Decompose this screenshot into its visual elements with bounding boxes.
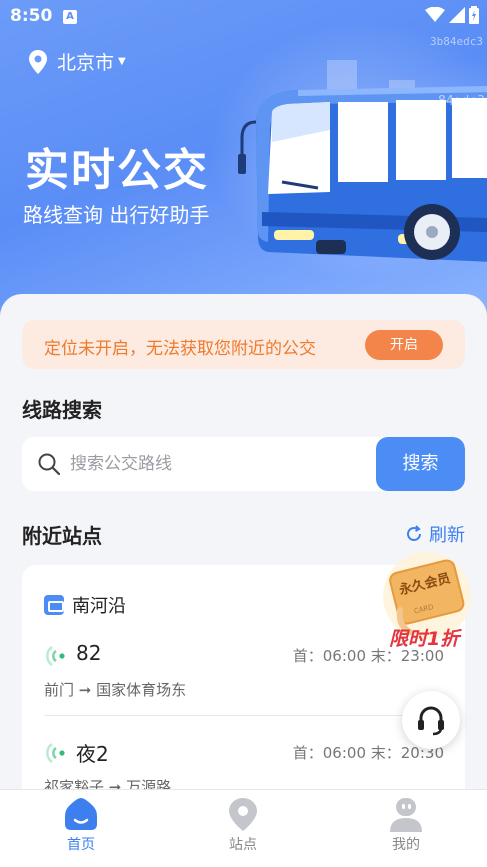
watermark-text: 3b84edc3 [430,35,483,48]
map-pin-icon [229,798,257,831]
user-icon [390,798,422,832]
search-input[interactable] [70,437,370,491]
headset-icon [418,706,444,736]
city-name: 北京市 [57,52,115,74]
signal-icon [449,7,465,23]
wifi-icon [425,7,445,22]
tab-label: 我的 [392,837,420,853]
home-icon [65,798,97,830]
refresh-icon [407,525,421,541]
enable-location-button[interactable]: 开启 [365,330,443,360]
tab-label: 首页 [67,837,95,853]
customer-service-button[interactable] [402,691,460,749]
realtime-signal-icon [46,645,65,667]
status-time: 8:50 [10,6,53,26]
search-button[interactable]: 搜索 [376,437,465,491]
vip-promo-label[interactable]: 限时1折 [389,624,459,651]
caret-down-icon: ▼ [118,56,126,67]
stop-name: 南河沿 [72,596,126,617]
refresh-button[interactable]: 刷新 [405,521,465,547]
status-bar: 8:50 A [0,0,487,34]
page-title: 实时公交 [25,145,209,196]
route-number: 夜2 [76,742,109,766]
battery-icon [469,6,479,24]
search-icon [38,453,60,475]
line-search-title: 线路搜索 [22,398,102,422]
watermark-text: 84edc3 [438,94,485,109]
stop-header: 南河沿 [44,592,126,618]
bus-illustration [238,86,487,262]
tab-profile[interactable]: 我的 [366,796,446,854]
tab-label: 站点 [229,837,257,853]
notification-icon: A [63,10,77,24]
route-search-bar: 搜索 [22,437,465,491]
divider [44,715,444,716]
refresh-label: 刷新 [429,525,465,546]
tab-stations[interactable]: 站点 [203,796,283,854]
location-pin-icon [29,49,47,74]
bus-stop-icon [44,595,64,615]
page-subtitle: 路线查询 出行好助手 [23,203,210,227]
notice-text: 定位未开启，无法获取您附近的公交 [44,339,316,359]
city-selector[interactable]: 北京市 ▼ [28,48,126,75]
route-direction: 前门 ➞ 国家体育场东 [44,681,187,699]
nearby-title: 附近站点 [22,524,102,548]
system-icons [425,6,479,24]
realtime-signal-icon [46,742,65,764]
route-number: 82 [76,641,102,665]
bottom-tab-bar: 首页 站点 我的 [0,789,487,867]
tab-home[interactable]: 首页 [41,796,121,854]
location-notice: 定位未开启，无法获取您附近的公交 开启 [22,320,465,369]
